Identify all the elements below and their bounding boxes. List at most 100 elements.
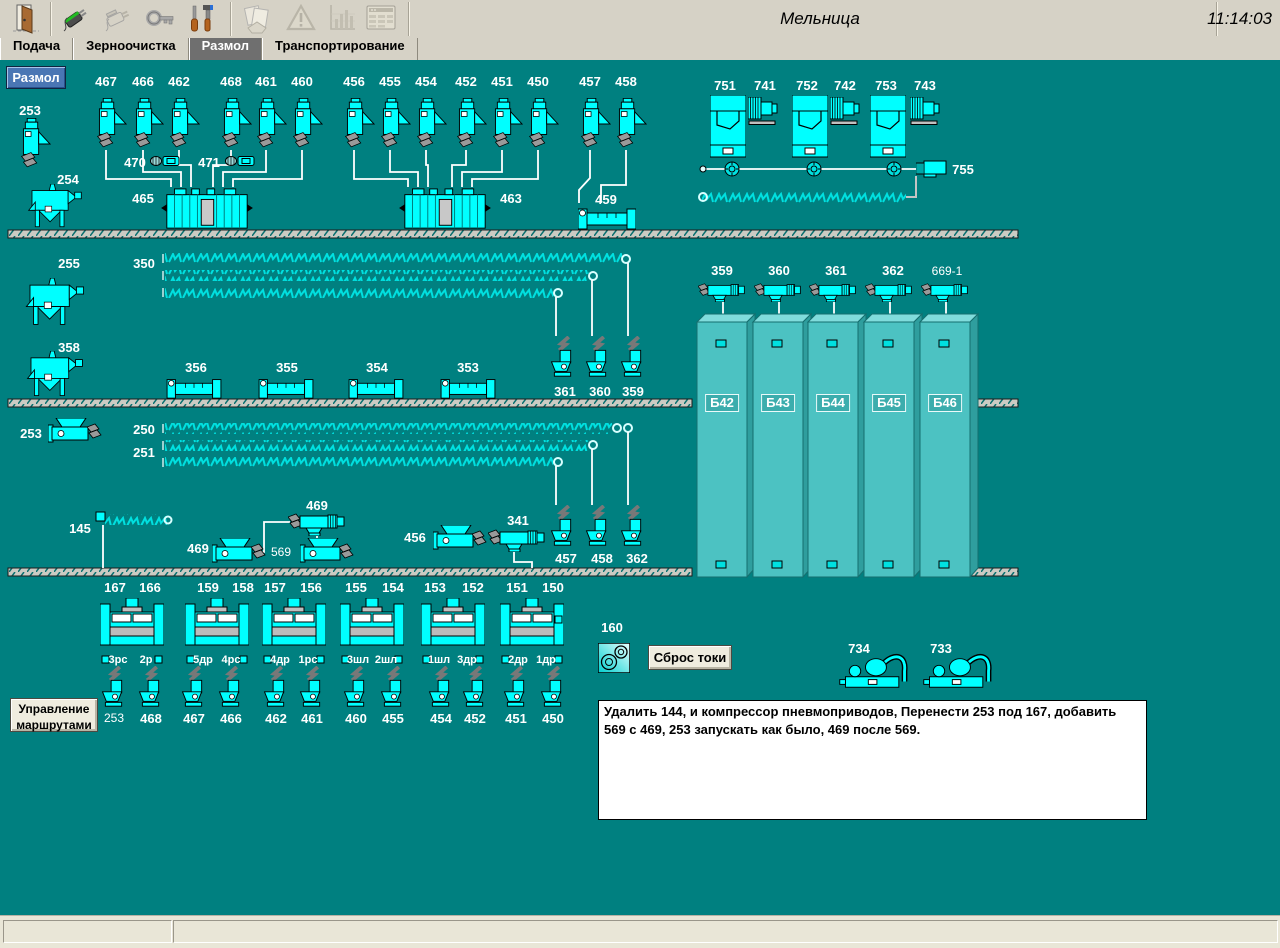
bin-feeder-360[interactable] [754,284,800,302]
connect-button[interactable] [58,3,94,35]
elevator-455[interactable] [382,667,401,706]
bin-feeder-669-1[interactable] [921,284,967,302]
exit-button[interactable] [8,3,44,35]
device-755[interactable] [916,161,946,177]
rotary-valve-751[interactable] [725,162,739,176]
bin-b46[interactable] [920,314,978,577]
hopper-255[interactable] [26,278,83,324]
sock-451[interactable] [494,98,523,146]
elevator-467[interactable] [183,667,202,706]
pneumo-734[interactable] [840,657,905,687]
blower-741[interactable] [748,97,777,125]
mill-167-166[interactable] [100,598,164,645]
bin-b42[interactable] [697,314,755,577]
section-button[interactable]: Размол [6,66,66,89]
conveyor-354[interactable] [349,380,403,399]
sifter-463[interactable] [399,189,491,228]
elevator-466[interactable] [220,667,239,706]
tab-zernoochistka[interactable]: Зерноочистка [73,38,189,60]
sock-456[interactable] [346,98,375,146]
elevator-362[interactable] [622,506,641,545]
tab-podacha[interactable]: Подача [0,38,73,60]
bin-b44[interactable] [808,314,866,577]
route-control-button[interactable]: Управление маршрутами [10,698,98,732]
valve-471[interactable] [226,157,255,166]
conveyor-459[interactable] [578,209,636,229]
elevator-458[interactable] [587,506,606,545]
elevator-462[interactable] [265,667,284,706]
sock-452[interactable] [458,98,487,146]
bin-feeder-361[interactable] [809,284,855,302]
label-pass-3dr: 3др [457,654,477,666]
feeder-569[interactable] [300,538,353,562]
filter-752[interactable] [792,95,828,157]
sock-466[interactable] [135,98,164,146]
bin-b43[interactable] [753,314,811,577]
sock-450[interactable] [530,98,559,146]
conveyor-353[interactable] [441,380,495,399]
sifter-465[interactable] [161,189,253,228]
valve-470[interactable] [151,157,180,166]
bin-feeder-359[interactable] [698,284,744,302]
elevator-457[interactable] [552,506,571,545]
elevator-359[interactable] [622,337,641,376]
elevator-468[interactable] [140,667,159,706]
elevator-461[interactable] [301,667,320,706]
elevator-450[interactable] [542,667,561,706]
mill-157-156[interactable] [262,598,326,645]
hopper-254[interactable] [29,184,82,227]
sock-468[interactable] [223,98,252,146]
sock-460[interactable] [294,98,323,146]
hopper-358[interactable] [28,351,83,396]
conveyor-356[interactable] [167,380,221,399]
feeder-456[interactable] [433,525,486,549]
compressor-160[interactable] [598,643,630,673]
blower-743[interactable] [910,97,939,125]
conveyor-355[interactable] [259,380,313,399]
elevator-460[interactable] [345,667,364,706]
sock-253[interactable] [22,118,51,166]
sock-461[interactable] [258,98,287,146]
label-elevator-457: 457 [555,552,577,566]
mill-159-158[interactable] [185,598,249,645]
feeder-469[interactable] [212,538,265,562]
pneumo-733[interactable] [924,657,989,687]
mill-155-154[interactable] [340,598,404,645]
screw-341[interactable] [488,530,544,552]
bin-feeder-362[interactable] [865,284,911,302]
trends-button[interactable] [324,3,360,35]
mill-151-150[interactable] [500,598,564,645]
blower-742[interactable] [830,97,859,125]
sock-462[interactable] [171,98,200,146]
bin-b45[interactable] [864,314,922,577]
acknowledge-button[interactable] [240,3,276,35]
filter-753[interactable] [870,95,906,157]
screw-469[interactable] [288,514,344,536]
label-755: 755 [952,163,974,177]
rotary-valve-753[interactable] [887,162,901,176]
tab-razmol[interactable]: Размол [189,38,262,60]
mill-153-152[interactable] [421,598,485,645]
elevator-360[interactable] [587,337,606,376]
tab-transportirovanie[interactable]: Транспортирование [262,38,418,60]
elevator-253b[interactable] [103,667,122,706]
label-sock-461: 461 [255,75,277,89]
alarms-button[interactable] [283,3,319,35]
feeder-253[interactable] [48,418,101,442]
disconnect-button[interactable] [100,3,136,35]
sock-454[interactable] [418,98,447,146]
elevator-451[interactable] [505,667,524,706]
elevator-452[interactable] [464,667,483,706]
elevator-361[interactable] [552,337,571,376]
sock-458[interactable] [618,98,647,146]
tools-button[interactable] [184,3,220,35]
reports-button[interactable] [363,3,399,35]
rotary-valve-752[interactable] [807,162,821,176]
access-button[interactable] [142,3,178,35]
reset-currents-button[interactable]: Сброс токи [648,645,732,670]
sock-455[interactable] [382,98,411,146]
sock-467[interactable] [98,98,127,146]
sock-457[interactable] [582,98,611,146]
elevator-454[interactable] [430,667,449,706]
filter-751[interactable] [710,95,746,157]
